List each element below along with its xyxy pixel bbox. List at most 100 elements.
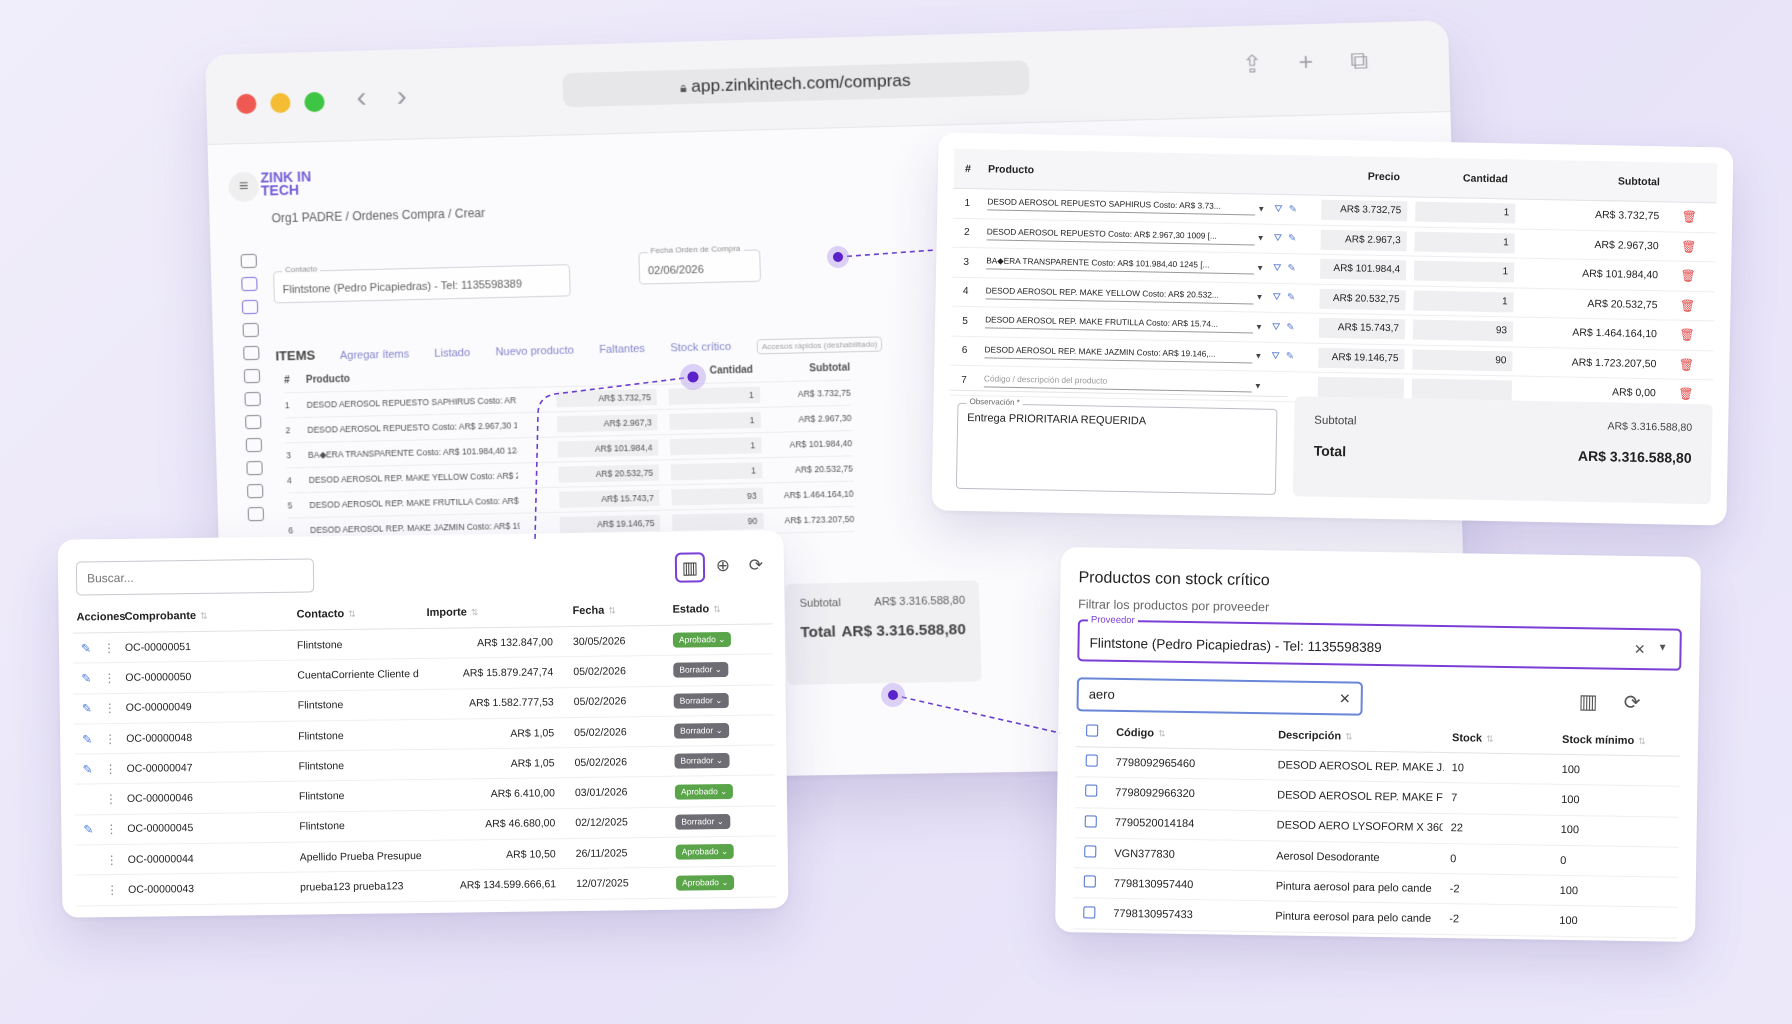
back-icon[interactable]: ‹ (356, 81, 367, 115)
col-descripcion[interactable]: Descripción (1278, 729, 1341, 742)
add-items-button[interactable]: Agregar ítems (340, 348, 410, 362)
columns-icon[interactable]: ▥ (1579, 689, 1598, 714)
refresh-icon[interactable]: ⟳ (741, 551, 771, 581)
observacion-field[interactable]: Observación * Entrega PRIORITARIA REQUER… (955, 396, 1278, 495)
quantity-input[interactable]: 90 (1412, 349, 1513, 372)
sidebar-store-icon[interactable] (241, 276, 258, 292)
product-select[interactable]: DESOD AEROSOL REPUESTO SAPHIRUS Costo: A… (987, 196, 1256, 216)
quantity-input[interactable]: 1 (1413, 290, 1514, 313)
dropdown-icon[interactable]: ▼ (1254, 381, 1262, 390)
product-select[interactable]: BA◆ERA TRANSPARENTE Costo: AR$ 101.984,4… (986, 255, 1255, 275)
sort-icon[interactable]: ⇅ (1158, 728, 1166, 738)
select-all-checkbox[interactable] (1086, 724, 1099, 737)
delete-icon[interactable]: 🗑︎ (1666, 387, 1706, 402)
edit-icon[interactable]: ✎ (82, 762, 92, 776)
col-fecha[interactable]: Fecha (572, 604, 604, 616)
filter-icon[interactable]: ⛛ (1272, 322, 1281, 333)
more-vert-icon[interactable]: ⋮ (106, 883, 118, 897)
dropdown-icon[interactable]: ▼ (1257, 234, 1265, 243)
col-importe[interactable]: Importe (426, 606, 466, 619)
delete-icon[interactable]: 🗑︎ (1669, 239, 1709, 254)
price-input[interactable]: AR$ 20.532,75 (1319, 288, 1406, 311)
more-vert-icon[interactable]: ⋮ (103, 641, 115, 655)
clear-icon[interactable]: ✕ (1634, 641, 1646, 658)
delete-icon[interactable]: 🗑︎ (1666, 357, 1706, 372)
row-checkbox[interactable] (1084, 845, 1097, 858)
edit-icon[interactable]: ✎ (82, 732, 92, 746)
col-stock-minimo[interactable]: Stock mínimo (1562, 733, 1634, 746)
col-contacto[interactable]: Contacto (296, 608, 344, 621)
proveedor-select[interactable]: Proveedor Flintstone (Pedro Picapiedras)… (1077, 614, 1682, 671)
more-vert-icon[interactable]: ⋮ (105, 822, 117, 836)
sidebar-calc-icon[interactable] (243, 368, 261, 384)
delete-icon[interactable]: 🗑︎ (1668, 269, 1708, 284)
price-input[interactable]: AR$ 19.146,75 (1318, 347, 1405, 370)
status-badge[interactable]: Aprobado ⌄ (675, 844, 735, 860)
status-badge[interactable]: Aprobado ⌄ (674, 783, 734, 800)
menu-icon[interactable]: ≡ (228, 171, 260, 203)
sort-icon[interactable]: ⇅ (471, 607, 479, 617)
status-badge[interactable]: Borrador ⌄ (673, 692, 729, 709)
dropdown-icon[interactable]: ▼ (1257, 204, 1265, 213)
dropdown-icon[interactable]: ▼ (1254, 352, 1262, 361)
sidebar-box-icon[interactable] (240, 253, 257, 269)
address-bar[interactable]: 🔒︎ app.zinkintech.com/compras (562, 60, 1030, 108)
columns-icon[interactable]: ▥ (674, 552, 706, 583)
sort-icon[interactable]: ⇅ (608, 605, 616, 615)
delete-icon[interactable]: 🗑︎ (1669, 210, 1709, 225)
col-codigo[interactable]: Código (1116, 726, 1154, 739)
dropdown-icon[interactable]: ▼ (1255, 322, 1263, 331)
sort-icon[interactable]: ⇅ (713, 604, 721, 614)
product-select[interactable]: DESOD AEROSOL REPUESTO Costo: AR$ 2.967,… (986, 226, 1255, 246)
edit-icon[interactable]: ✎ (83, 823, 93, 837)
col-estado[interactable]: Estado (672, 603, 709, 615)
sidebar-grid-icon[interactable] (247, 506, 265, 522)
col-comprobante[interactable]: Comprobante (124, 609, 196, 622)
new-tab-plus-icon[interactable]: + (1298, 48, 1313, 77)
price-input[interactable]: AR$ 101.984,4 (1319, 259, 1407, 281)
stock-critico-button[interactable]: Stock crítico (670, 341, 731, 354)
price-input[interactable]: AR$ 3.732,75 (1321, 200, 1408, 222)
filter-icon[interactable]: ⛛ (1274, 204, 1283, 215)
product-select[interactable]: DESOD AEROSOL REP. MAKE YELLOW Costo: AR… (985, 285, 1254, 305)
refresh-icon[interactable]: ⟳ (1623, 690, 1641, 715)
sidebar-clipboard-icon[interactable] (244, 391, 261, 407)
clear-icon[interactable]: ✕ (1339, 683, 1351, 713)
edit-icon[interactable]: ✎ (1288, 233, 1297, 244)
product-select[interactable]: DESOD AEROSOL REP. MAKE JAZMIN Costo: AR… (984, 344, 1253, 364)
sidebar-report-icon[interactable] (246, 483, 264, 499)
filter-icon[interactable]: ⛛ (1272, 292, 1281, 303)
delete-icon[interactable]: 🗑︎ (1667, 328, 1707, 343)
sort-icon[interactable]: ⇅ (1486, 733, 1494, 743)
fecha-field[interactable]: Fecha Orden de Compra 02/06/2026 (638, 243, 762, 285)
status-badge[interactable]: Aprobado ⌄ (672, 632, 732, 648)
sort-icon[interactable]: ⇅ (1345, 731, 1353, 741)
price-input[interactable]: AR$ 15.743,7 (1318, 317, 1406, 340)
row-checkbox[interactable] (1083, 906, 1096, 919)
filter-icon[interactable]: ⛛ (1271, 351, 1280, 362)
sidebar-cart-icon[interactable] (242, 322, 259, 338)
share-icon[interactable]: ⇪ (1241, 50, 1263, 80)
sort-icon[interactable]: ⇅ (200, 610, 208, 620)
filter-icon[interactable]: ⛛ (1274, 233, 1283, 244)
minimize-window-button[interactable] (270, 92, 291, 114)
status-badge[interactable]: Borrador ⌄ (673, 662, 728, 679)
status-badge[interactable]: Borrador ⌄ (674, 753, 730, 770)
dropdown-icon[interactable]: ▼ (1256, 263, 1264, 272)
row-checkbox[interactable] (1085, 784, 1098, 798)
more-vert-icon[interactable]: ⋮ (105, 792, 117, 806)
sidebar-doc-icon[interactable] (243, 345, 260, 361)
price-input[interactable] (1317, 376, 1405, 399)
status-badge[interactable]: Aprobado ⌄ (676, 874, 735, 891)
more-vert-icon[interactable]: ⋮ (106, 853, 118, 867)
sidebar-contact-icon[interactable] (245, 414, 262, 430)
filter-icon[interactable]: ⛛ (1273, 263, 1282, 274)
delete-icon[interactable]: 🗑︎ (1667, 298, 1707, 313)
sort-icon[interactable]: ⇅ (1638, 736, 1646, 746)
dropdown-icon[interactable]: ▼ (1256, 293, 1264, 302)
maximize-window-button[interactable] (304, 91, 325, 113)
status-badge[interactable]: Borrador ⌄ (675, 813, 730, 830)
dropdown-icon[interactable]: ▼ (1658, 642, 1668, 653)
add-circle-icon[interactable]: ⊕ (708, 552, 738, 582)
contacto-field[interactable]: Contacto Flintstone (Pedro Picapiedras) … (273, 264, 571, 304)
